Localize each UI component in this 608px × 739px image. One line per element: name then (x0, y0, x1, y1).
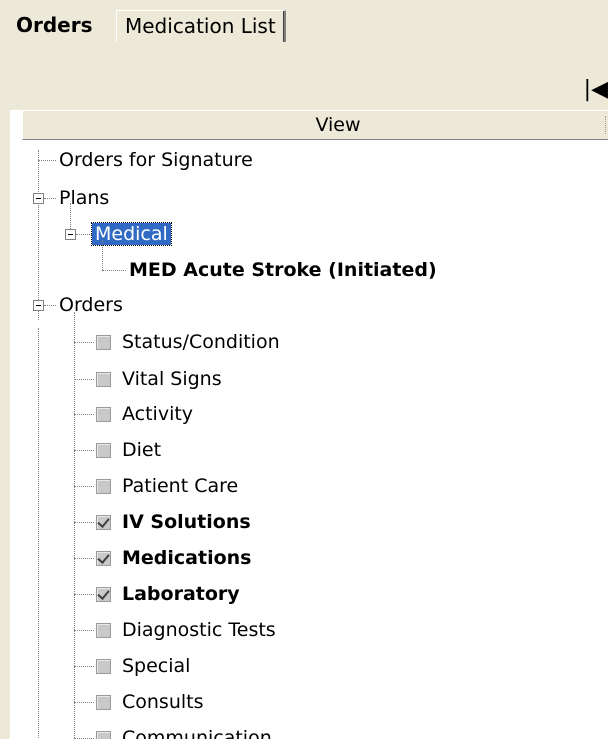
checkbox-icon[interactable] (96, 406, 111, 422)
tree-node-label: Communication (122, 727, 272, 739)
tree-node-label: Vital Signs (122, 368, 222, 390)
order-category-special[interactable]: Special (96, 649, 193, 683)
order-category-diet[interactable]: Diet (96, 433, 164, 467)
checkbox-icon[interactable] (96, 622, 111, 638)
order-category-vital-signs[interactable]: Vital Signs (96, 362, 225, 396)
toolbar (10, 44, 608, 110)
tree-node-label: Diagnostic Tests (122, 619, 276, 641)
order-category-diagnostic-tests[interactable]: Diagnostic Tests (96, 613, 279, 647)
column-header-view[interactable]: View (22, 110, 608, 140)
tree-node-label: IV Solutions (122, 511, 251, 533)
tree-node-label: Patient Care (122, 475, 239, 497)
tree-node-label: MED Acute Stroke (Initiated) (129, 259, 437, 281)
tree-node-plans[interactable]: Plans (56, 181, 112, 215)
checkbox-checked-icon[interactable] (96, 586, 111, 602)
collapse-medical-icon[interactable] (65, 229, 76, 240)
checkbox-icon[interactable] (96, 442, 111, 458)
order-category-medications[interactable]: Medications (96, 541, 254, 575)
tab-medication-list[interactable]: Medication List (116, 10, 286, 42)
checkbox-icon[interactable] (96, 730, 111, 739)
checkbox-checked-icon[interactable] (96, 550, 111, 566)
tree-node-label: Laboratory (122, 583, 240, 605)
tree-node-label: Orders (59, 294, 123, 316)
tree-node-orders-for-signature[interactable]: Orders for Signature (56, 143, 256, 177)
checkbox-icon[interactable] (96, 694, 111, 710)
tab-orders[interactable]: Orders (8, 6, 101, 44)
order-category-activity[interactable]: Activity (96, 397, 196, 431)
collapse-orders-icon[interactable] (33, 300, 44, 311)
order-category-communication[interactable]: Communication (96, 721, 275, 739)
tree-node-label: Consults (122, 691, 204, 713)
checkbox-checked-icon[interactable] (96, 514, 111, 530)
orders-tree: Orders for Signature Plans Medical MED A… (22, 140, 608, 739)
checkbox-icon[interactable] (96, 478, 111, 494)
checkbox-icon[interactable] (96, 658, 111, 674)
tree-node-label: Plans (59, 187, 110, 209)
order-category-laboratory[interactable]: Laboratory (96, 577, 243, 611)
order-category-patient-care[interactable]: Patient Care (96, 469, 241, 503)
order-category-iv-solutions[interactable]: IV Solutions (96, 505, 254, 539)
tree-node-label: Activity (122, 403, 194, 425)
column-header-label: View (315, 114, 361, 136)
tree-node-orders[interactable]: Orders (56, 288, 126, 322)
order-category-consults[interactable]: Consults (96, 685, 207, 719)
order-category-status-condition[interactable]: Status/Condition (96, 325, 283, 359)
tree-node-label: Status/Condition (122, 331, 280, 353)
window-edge (0, 0, 10, 739)
tree-node-plan-med-acute-stroke[interactable]: MED Acute Stroke (Initiated) (126, 253, 440, 287)
tree-node-label: Orders for Signature (59, 149, 253, 171)
collapse-plans-icon[interactable] (33, 193, 44, 204)
tab-bar: Orders Medication List (8, 0, 608, 44)
checkbox-icon[interactable] (96, 371, 111, 387)
tree-node-label: Diet (122, 439, 162, 461)
tree-node-label: Special (122, 655, 191, 677)
checkbox-icon[interactable] (96, 334, 111, 350)
tree-node-medical[interactable]: Medical (91, 217, 172, 251)
tree-node-label: Medications (122, 547, 252, 569)
first-page-icon[interactable]: |◀ (584, 78, 608, 102)
tree-node-label: Medical (91, 222, 172, 246)
